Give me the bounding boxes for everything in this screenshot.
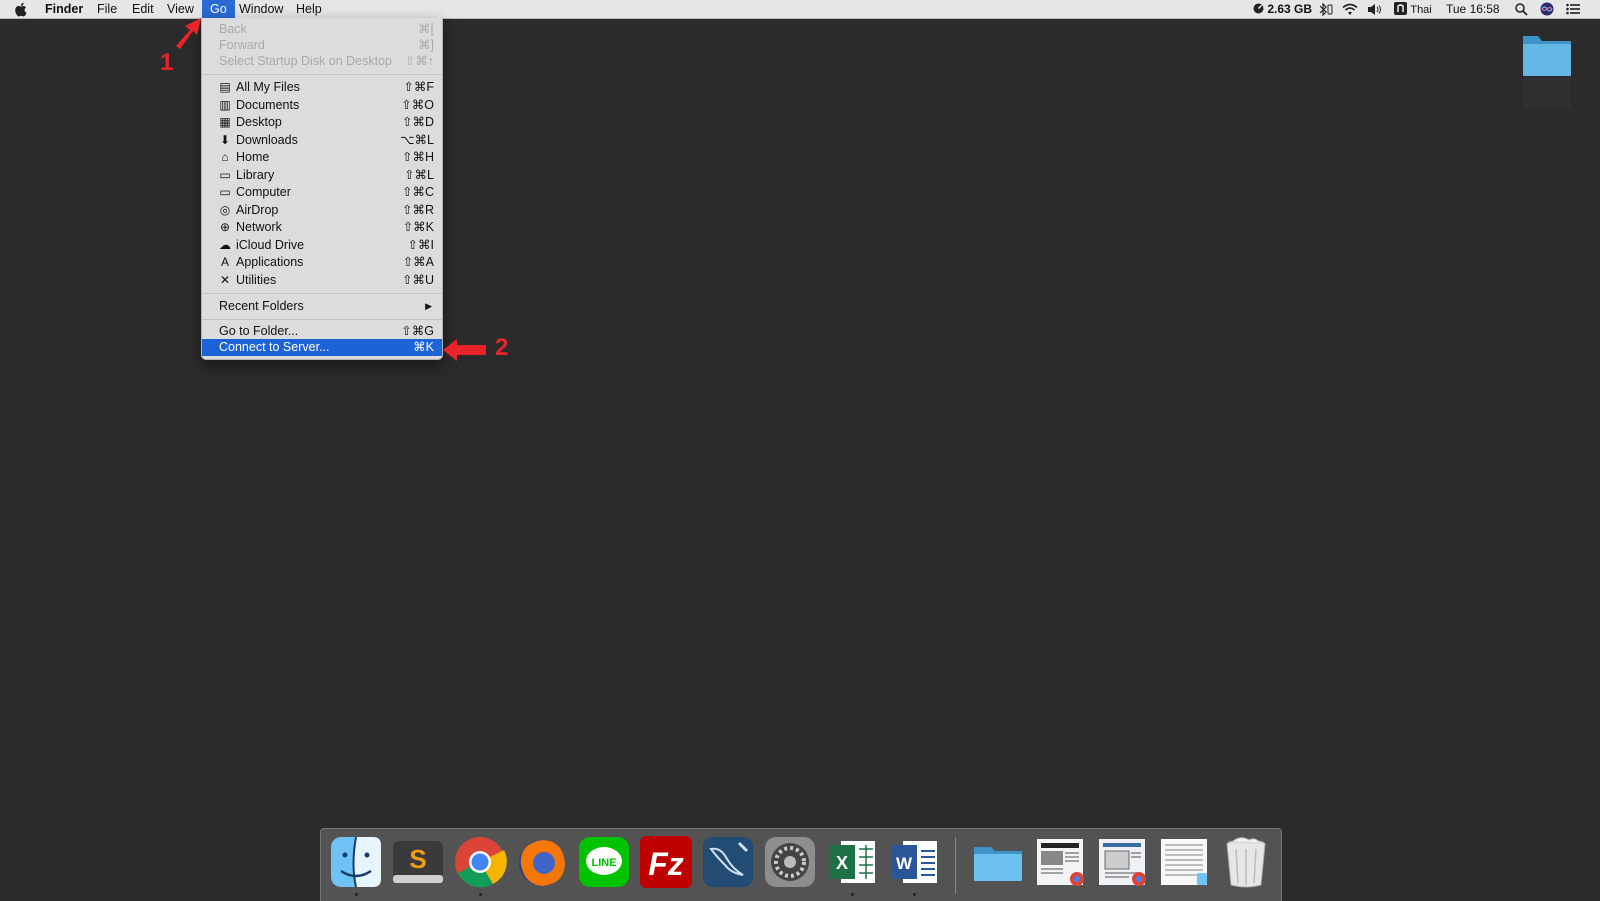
menu-separator: [202, 74, 442, 75]
excel-icon[interactable]: X: [825, 835, 879, 889]
menu-bar: Finder File Edit View Go Window Help 2.6…: [0, 0, 1600, 19]
menu-item-icloud-drive[interactable]: ☁ iCloud Drive ⇧⌘I: [202, 237, 442, 254]
computer-icon: ▭: [219, 185, 231, 199]
menu-item-forward: Forward ⌘]: [219, 38, 434, 52]
home-icon: ⌂: [221, 150, 229, 164]
bluetooth-icon[interactable]: [1318, 0, 1334, 18]
menu-go[interactable]: Go: [202, 0, 235, 18]
svg-text:LINE: LINE: [591, 857, 616, 869]
annotation-step-1: 1: [160, 49, 174, 76]
submenu-arrow-icon: ▶: [425, 301, 432, 311]
all-files-icon: ▤: [219, 80, 231, 94]
menu-item-utilities[interactable]: ✕ Utilities ⇧⌘U: [202, 272, 442, 289]
shortcut: ⇧⌘↑: [404, 54, 434, 68]
menu-finder[interactable]: Finder: [37, 0, 91, 18]
menu-item-connect-to-server[interactable]: Connect to Server... ⌘K: [202, 339, 442, 356]
documents-icon: ▥: [219, 97, 231, 112]
desktop-folder-icon[interactable]: [1520, 28, 1574, 108]
menu-item-recent-folders[interactable]: Recent Folders ▶: [202, 298, 442, 315]
input-source-icon: [1394, 2, 1407, 15]
running-indicator: [913, 893, 916, 896]
firefox-icon[interactable]: [515, 835, 569, 889]
icloud-icon: ☁: [219, 237, 231, 252]
menu-window[interactable]: Window: [231, 0, 291, 18]
wifi-icon[interactable]: [1342, 0, 1358, 18]
chrome-icon[interactable]: [453, 835, 507, 889]
trash-icon[interactable]: [1219, 835, 1273, 889]
running-indicator: [851, 893, 854, 896]
svg-text:X: X: [836, 853, 848, 873]
network-icon: ⊕: [219, 220, 231, 234]
finder-icon[interactable]: [329, 835, 383, 889]
menu-item-computer[interactable]: ▭ Computer ⇧⌘C: [202, 184, 442, 201]
running-indicator: [355, 893, 358, 896]
downloads-icon: ⬇: [219, 132, 231, 147]
annotation-step-2: 2: [495, 334, 509, 361]
spotlight-search-icon[interactable]: [1515, 0, 1528, 18]
input-source[interactable]: Thai: [1394, 0, 1432, 18]
annotation-arrow-2: [443, 339, 486, 361]
svg-text:S: S: [409, 844, 426, 874]
menu-item-desktop[interactable]: ▦ Desktop ⇧⌘D: [202, 114, 442, 131]
menu-item-library[interactable]: ▭ Library ⇧⌘L: [202, 167, 442, 184]
menu-item-go-to-folder[interactable]: Go to Folder... ⇧⌘G: [202, 323, 442, 340]
menu-item-back: Back ⌘[: [219, 22, 434, 36]
menu-item-airdrop[interactable]: ◎ AirDrop ⇧⌘R: [202, 202, 442, 219]
document-stack-icon[interactable]: [1095, 835, 1149, 889]
mysql-workbench-icon[interactable]: [701, 835, 755, 889]
utilities-icon: ✕: [219, 272, 231, 287]
menu-item-home[interactable]: ⌂ Home ⇧⌘H: [202, 149, 442, 166]
menu-item-downloads[interactable]: ⬇ Downloads ⌥⌘L: [202, 132, 442, 149]
svg-text:Fz: Fz: [648, 846, 684, 882]
svg-text:W: W: [896, 854, 913, 873]
document-stack-icon[interactable]: [1033, 835, 1087, 889]
menu-separator: [202, 319, 442, 320]
memory-value: 2.63 GB: [1267, 2, 1313, 16]
notification-center-icon[interactable]: [1566, 0, 1580, 18]
menu-item-documents[interactable]: ▥ Documents ⇧⌘O: [202, 97, 442, 114]
menu-item-all-my-files[interactable]: ▤ All My Files ⇧⌘F: [202, 79, 442, 96]
siri-icon[interactable]: [1540, 0, 1554, 18]
airdrop-icon: ◎: [219, 202, 231, 217]
menu-separator: [202, 293, 442, 294]
memory-gauge-icon: [1253, 3, 1264, 14]
folder-icon[interactable]: [971, 835, 1025, 889]
desktop-icon: ▦: [219, 115, 231, 129]
menu-item-select-startup-disk: Select Startup Disk on Desktop ⇧⌘↑: [219, 54, 434, 68]
go-menu-dropdown: Back ⌘[ Forward ⌘] Select Startup Disk o…: [201, 18, 443, 360]
shortcut: ⌘[: [418, 22, 434, 36]
annotation-arrow-1: [176, 18, 201, 49]
dock-separator: [955, 837, 956, 893]
volume-icon[interactable]: [1367, 0, 1383, 18]
dock: S LINE Fz X W: [320, 828, 1282, 901]
input-source-label: Thai: [1410, 4, 1432, 16]
word-icon[interactable]: W: [887, 835, 941, 889]
apple-logo-icon[interactable]: [10, 0, 30, 18]
menu-item-network[interactable]: ⊕ Network ⇧⌘K: [202, 219, 442, 236]
menu-help[interactable]: Help: [288, 0, 330, 18]
menu-edit[interactable]: Edit: [124, 0, 162, 18]
menu-file[interactable]: File: [89, 0, 125, 18]
document-stack-icon[interactable]: [1157, 835, 1211, 889]
applications-icon: A: [220, 255, 229, 269]
library-icon: ▭: [219, 167, 231, 182]
sublime-text-icon[interactable]: S: [391, 835, 445, 889]
running-indicator: [479, 893, 482, 896]
system-preferences-icon[interactable]: [763, 835, 817, 889]
filezilla-icon[interactable]: Fz: [639, 835, 693, 889]
line-icon[interactable]: LINE: [577, 835, 631, 889]
menu-item-applications[interactable]: A Applications ⇧⌘A: [202, 254, 442, 271]
memory-status[interactable]: 2.63 GB: [1253, 0, 1312, 18]
clock[interactable]: Tue 16:58: [1446, 0, 1500, 18]
shortcut: ⌘]: [418, 38, 434, 52]
